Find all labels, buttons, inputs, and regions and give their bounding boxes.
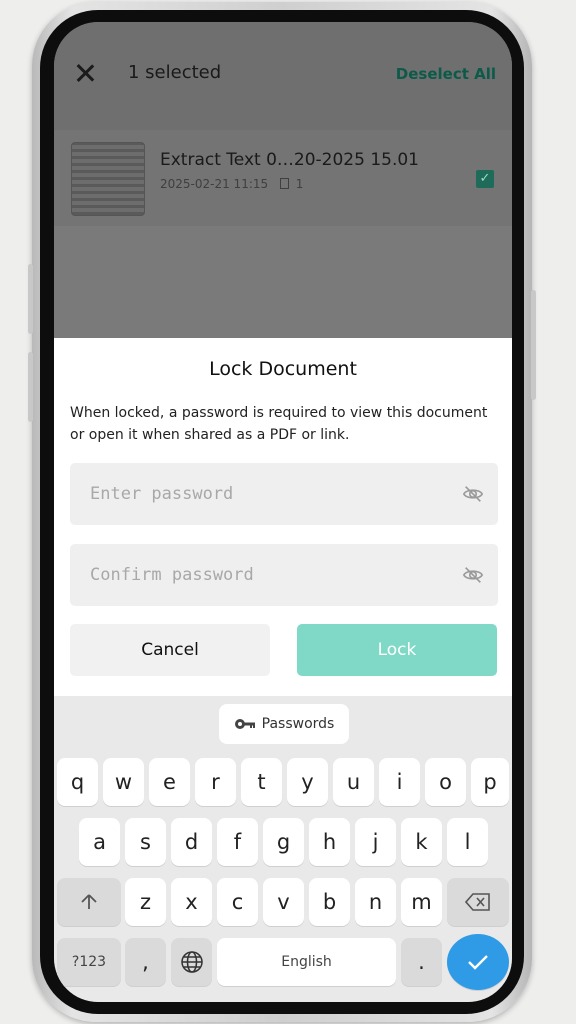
page-icon: [279, 178, 289, 189]
key-d[interactable]: d: [171, 818, 212, 866]
key-p[interactable]: p: [471, 758, 509, 806]
key-a[interactable]: a: [79, 818, 120, 866]
key-b[interactable]: b: [309, 878, 350, 926]
side-button: [28, 264, 33, 334]
cancel-button[interactable]: Cancel: [70, 624, 270, 676]
key-e[interactable]: e: [149, 758, 190, 806]
backspace-icon: [465, 893, 490, 911]
shift-arrow-icon: [81, 894, 97, 909]
key-w[interactable]: w: [103, 758, 144, 806]
key-v[interactable]: v: [263, 878, 304, 926]
confirm-password-field[interactable]: [70, 544, 498, 606]
space-key[interactable]: English: [217, 938, 396, 986]
document-meta: 2025-02-21 11:15 1: [160, 177, 303, 191]
checkbox-checked-icon[interactable]: ✓: [476, 170, 494, 188]
selection-count: 1 selected: [128, 62, 222, 83]
enter-key[interactable]: [447, 934, 509, 990]
key-l[interactable]: l: [447, 818, 488, 866]
screen: 1 selected Deselect All Extract Text 0…2…: [54, 22, 512, 1002]
key-r[interactable]: r: [195, 758, 236, 806]
key-g[interactable]: g: [263, 818, 304, 866]
key-s[interactable]: s: [125, 818, 166, 866]
globe-icon: [180, 951, 203, 973]
document-date: 2025-02-21 11:15: [160, 177, 269, 191]
side-button: [28, 352, 33, 422]
dialog-description: When locked, a password is required to v…: [70, 405, 488, 443]
key-h[interactable]: h: [309, 818, 350, 866]
password-input[interactable]: [70, 463, 498, 525]
document-page-count: 1: [295, 177, 304, 191]
key-t[interactable]: t: [241, 758, 282, 806]
document-row[interactable]: Extract Text 0…20-2025 15.01 2025-02-21 …: [54, 130, 512, 226]
comma-key[interactable]: ,: [125, 938, 166, 986]
passwords-suggestion-chip[interactable]: Passwords: [219, 704, 349, 744]
key-o[interactable]: o: [425, 758, 466, 806]
deselect-all-button[interactable]: Deselect All: [396, 65, 496, 83]
key-z[interactable]: z: [125, 878, 166, 926]
key-n[interactable]: n: [355, 878, 396, 926]
key-i[interactable]: i: [379, 758, 420, 806]
document-thumbnail: [71, 142, 145, 216]
backspace-key[interactable]: [447, 878, 509, 926]
eye-off-icon[interactable]: [462, 483, 484, 505]
key-f[interactable]: f: [217, 818, 258, 866]
key-q[interactable]: q: [57, 758, 98, 806]
password-field[interactable]: [70, 463, 498, 525]
shift-key[interactable]: [57, 878, 121, 926]
passwords-label: Passwords: [261, 716, 335, 732]
language-key[interactable]: [171, 938, 212, 986]
side-button: [531, 290, 536, 400]
close-icon[interactable]: [74, 62, 96, 84]
symbols-key[interactable]: ?123: [57, 938, 121, 986]
key-k[interactable]: k: [401, 818, 442, 866]
confirm-password-input[interactable]: [70, 544, 498, 606]
key-c[interactable]: c: [217, 878, 258, 926]
key-m[interactable]: m: [401, 878, 442, 926]
eye-off-icon[interactable]: [462, 564, 484, 586]
lock-button[interactable]: Lock: [297, 624, 497, 676]
document-title: Extract Text 0…20-2025 15.01: [160, 150, 419, 170]
key-j[interactable]: j: [355, 818, 396, 866]
key-icon: [234, 719, 255, 729]
key-x[interactable]: x: [171, 878, 212, 926]
on-screen-keyboard: Passwords q w e r t y u i o p a s d f g …: [54, 696, 512, 1002]
selection-app-bar: 1 selected Deselect All: [54, 22, 512, 130]
dialog-title: Lock Document: [209, 358, 357, 380]
period-key[interactable]: .: [401, 938, 442, 986]
checkmark-icon: [468, 955, 488, 970]
key-u[interactable]: u: [333, 758, 374, 806]
key-y[interactable]: y: [287, 758, 328, 806]
